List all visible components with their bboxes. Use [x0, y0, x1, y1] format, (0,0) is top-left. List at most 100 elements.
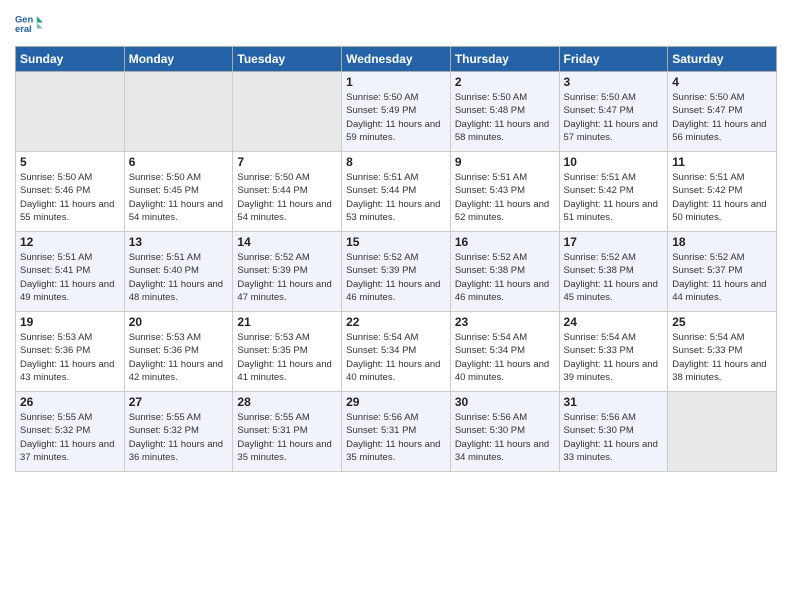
weekday-header-row: SundayMondayTuesdayWednesdayThursdayFrid… — [16, 47, 777, 72]
day-info: Sunrise: 5:54 AMSunset: 5:34 PMDaylight:… — [455, 331, 555, 384]
day-info: Sunrise: 5:50 AMSunset: 5:45 PMDaylight:… — [129, 171, 229, 224]
weekday-header-monday: Monday — [124, 47, 233, 72]
calendar-cell: 24 Sunrise: 5:54 AMSunset: 5:33 PMDayligh… — [559, 312, 668, 392]
calendar-table: SundayMondayTuesdayWednesdayThursdayFrid… — [15, 46, 777, 472]
day-number: 17 — [564, 235, 664, 249]
calendar-cell: 10 Sunrise: 5:51 AMSunset: 5:42 PMDayligh… — [559, 152, 668, 232]
page: Gen eral SundayMondayTuesdayWednesdayThu… — [0, 0, 792, 612]
calendar-cell: 21 Sunrise: 5:53 AMSunset: 5:35 PMDayligh… — [233, 312, 342, 392]
day-info: Sunrise: 5:50 AMSunset: 5:46 PMDaylight:… — [20, 171, 120, 224]
day-info: Sunrise: 5:54 AMSunset: 5:34 PMDaylight:… — [346, 331, 446, 384]
day-number: 25 — [672, 315, 772, 329]
header: Gen eral — [15, 10, 777, 38]
day-number: 8 — [346, 155, 446, 169]
day-number: 29 — [346, 395, 446, 409]
day-number: 31 — [564, 395, 664, 409]
calendar-cell: 17 Sunrise: 5:52 AMSunset: 5:38 PMDayligh… — [559, 232, 668, 312]
day-number: 9 — [455, 155, 555, 169]
calendar-cell: 18Sunrise: 5:52 AMSunset: 5:37 PMDayligh… — [668, 232, 777, 312]
calendar-cell — [668, 392, 777, 472]
calendar-cell: 16 Sunrise: 5:52 AMSunset: 5:38 PMDayligh… — [450, 232, 559, 312]
day-info: Sunrise: 5:52 AMSunset: 5:37 PMDaylight:… — [672, 251, 772, 304]
day-number: 26 — [20, 395, 120, 409]
calendar-cell: 13 Sunrise: 5:51 AMSunset: 5:40 PMDayligh… — [124, 232, 233, 312]
calendar-cell: 31 Sunrise: 5:56 AMSunset: 5:30 PMDayligh… — [559, 392, 668, 472]
calendar-cell: 27 Sunrise: 5:55 AMSunset: 5:32 PMDayligh… — [124, 392, 233, 472]
day-number: 22 — [346, 315, 446, 329]
day-info: Sunrise: 5:55 AMSunset: 5:32 PMDaylight:… — [20, 411, 120, 464]
day-number: 7 — [237, 155, 337, 169]
day-number: 19 — [20, 315, 120, 329]
calendar-cell: 25 Sunrise: 5:54 AMSunset: 5:33 PMDayligh… — [668, 312, 777, 392]
day-info: Sunrise: 5:52 AMSunset: 5:38 PMDaylight:… — [455, 251, 555, 304]
calendar-cell: 28Sunrise: 5:55 AMSunset: 5:31 PMDayligh… — [233, 392, 342, 472]
weekday-header-wednesday: Wednesday — [342, 47, 451, 72]
calendar-cell: 14Sunrise: 5:52 AMSunset: 5:39 PMDayligh… — [233, 232, 342, 312]
calendar-cell: 1Sunrise: 5:50 AMSunset: 5:49 PMDaylight… — [342, 72, 451, 152]
logo: Gen eral — [15, 10, 47, 38]
day-info: Sunrise: 5:54 AMSunset: 5:33 PMDaylight:… — [672, 331, 772, 384]
weekday-header-friday: Friday — [559, 47, 668, 72]
day-info: Sunrise: 5:51 AMSunset: 5:43 PMDaylight:… — [455, 171, 555, 224]
day-info: Sunrise: 5:53 AMSunset: 5:35 PMDaylight:… — [237, 331, 337, 384]
calendar-cell: 30 Sunrise: 5:56 AMSunset: 5:30 PMDayligh… — [450, 392, 559, 472]
day-info: Sunrise: 5:51 AMSunset: 5:42 PMDaylight:… — [564, 171, 664, 224]
day-number: 27 — [129, 395, 229, 409]
calendar-cell — [16, 72, 125, 152]
day-info: Sunrise: 5:51 AMSunset: 5:42 PMDaylight:… — [672, 171, 772, 224]
day-number: 28 — [237, 395, 337, 409]
day-number: 12 — [20, 235, 120, 249]
day-number: 10 — [564, 155, 664, 169]
day-info: Sunrise: 5:53 AMSunset: 5:36 PMDaylight:… — [129, 331, 229, 384]
day-number: 3 — [564, 75, 664, 89]
day-info: Sunrise: 5:51 AMSunset: 5:44 PMDaylight:… — [346, 171, 446, 224]
calendar-cell: 23 Sunrise: 5:54 AMSunset: 5:34 PMDayligh… — [450, 312, 559, 392]
day-info: Sunrise: 5:56 AMSunset: 5:30 PMDaylight:… — [564, 411, 664, 464]
day-info: Sunrise: 5:54 AMSunset: 5:33 PMDaylight:… — [564, 331, 664, 384]
day-info: Sunrise: 5:51 AMSunset: 5:40 PMDaylight:… — [129, 251, 229, 304]
weekday-header-tuesday: Tuesday — [233, 47, 342, 72]
day-info: Sunrise: 5:52 AMSunset: 5:39 PMDaylight:… — [346, 251, 446, 304]
day-number: 24 — [564, 315, 664, 329]
day-number: 20 — [129, 315, 229, 329]
weekday-header-thursday: Thursday — [450, 47, 559, 72]
day-number: 6 — [129, 155, 229, 169]
day-number: 2 — [455, 75, 555, 89]
calendar-cell: 29Sunrise: 5:56 AMSunset: 5:31 PMDayligh… — [342, 392, 451, 472]
week-row-3: 19 Sunrise: 5:53 AMSunset: 5:36 PMDayligh… — [16, 312, 777, 392]
logo-icon: Gen eral — [15, 10, 43, 38]
calendar-cell: 6 Sunrise: 5:50 AMSunset: 5:45 PMDaylight… — [124, 152, 233, 232]
day-info: Sunrise: 5:53 AMSunset: 5:36 PMDaylight:… — [20, 331, 120, 384]
day-number: 13 — [129, 235, 229, 249]
day-number: 21 — [237, 315, 337, 329]
calendar-cell — [233, 72, 342, 152]
calendar-cell: 2Sunrise: 5:50 AMSunset: 5:48 PMDaylight… — [450, 72, 559, 152]
calendar-cell — [124, 72, 233, 152]
calendar-cell: 8 Sunrise: 5:51 AMSunset: 5:44 PMDaylight… — [342, 152, 451, 232]
day-info: Sunrise: 5:50 AMSunset: 5:47 PMDaylight:… — [564, 91, 664, 144]
calendar-cell: 20 Sunrise: 5:53 AMSunset: 5:36 PMDayligh… — [124, 312, 233, 392]
day-number: 1 — [346, 75, 446, 89]
day-number: 11 — [672, 155, 772, 169]
week-row-2: 12Sunrise: 5:51 AMSunset: 5:41 PMDayligh… — [16, 232, 777, 312]
day-info: Sunrise: 5:52 AMSunset: 5:38 PMDaylight:… — [564, 251, 664, 304]
calendar-cell: 4Sunrise: 5:50 AMSunset: 5:47 PMDaylight… — [668, 72, 777, 152]
calendar-cell: 9 Sunrise: 5:51 AMSunset: 5:43 PMDaylight… — [450, 152, 559, 232]
calendar-cell: 26 Sunrise: 5:55 AMSunset: 5:32 PMDayligh… — [16, 392, 125, 472]
calendar-cell: 15 Sunrise: 5:52 AMSunset: 5:39 PMDayligh… — [342, 232, 451, 312]
day-info: Sunrise: 5:56 AMSunset: 5:30 PMDaylight:… — [455, 411, 555, 464]
calendar-cell: 22 Sunrise: 5:54 AMSunset: 5:34 PMDayligh… — [342, 312, 451, 392]
day-info: Sunrise: 5:52 AMSunset: 5:39 PMDaylight:… — [237, 251, 337, 304]
week-row-0: 1Sunrise: 5:50 AMSunset: 5:49 PMDaylight… — [16, 72, 777, 152]
weekday-header-saturday: Saturday — [668, 47, 777, 72]
day-info: Sunrise: 5:55 AMSunset: 5:32 PMDaylight:… — [129, 411, 229, 464]
calendar-cell: 19 Sunrise: 5:53 AMSunset: 5:36 PMDayligh… — [16, 312, 125, 392]
day-number: 30 — [455, 395, 555, 409]
day-info: Sunrise: 5:50 AMSunset: 5:44 PMDaylight:… — [237, 171, 337, 224]
calendar-cell: 3 Sunrise: 5:50 AMSunset: 5:47 PMDaylight… — [559, 72, 668, 152]
day-number: 15 — [346, 235, 446, 249]
calendar-cell: 5Sunrise: 5:50 AMSunset: 5:46 PMDaylight… — [16, 152, 125, 232]
day-number: 16 — [455, 235, 555, 249]
day-number: 23 — [455, 315, 555, 329]
week-row-4: 26 Sunrise: 5:55 AMSunset: 5:32 PMDayligh… — [16, 392, 777, 472]
